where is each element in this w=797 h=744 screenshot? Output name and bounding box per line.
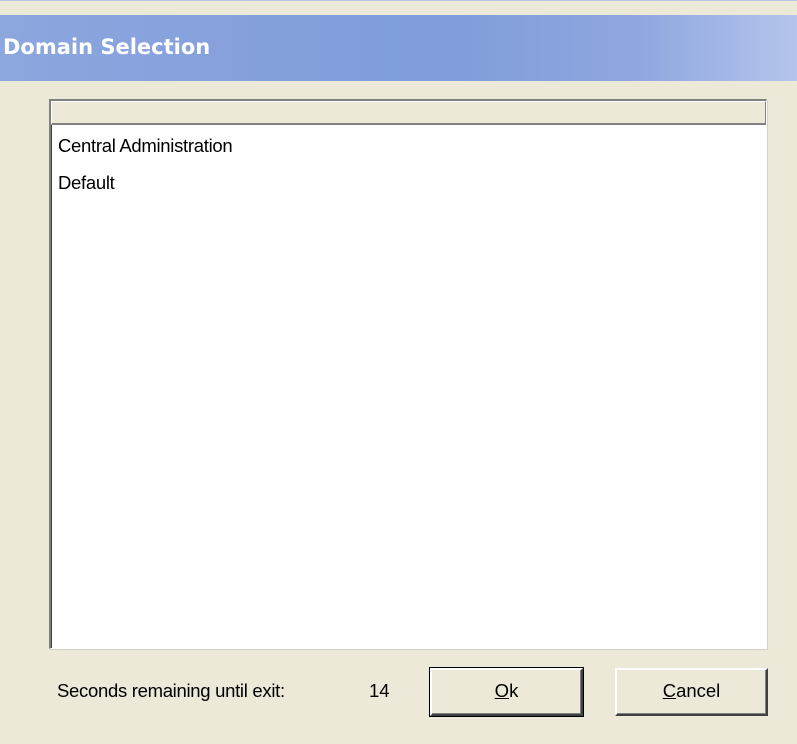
cancel-button-mnemonic: C (662, 680, 677, 701)
list-item-label: Default (58, 172, 115, 193)
ok-button[interactable]: Ok (429, 667, 584, 717)
cancel-button-label-rest: ancel (676, 680, 721, 701)
countdown-value: 14 (369, 680, 390, 701)
list-item-central-administration[interactable]: Central Administration (58, 135, 233, 157)
ok-button-label-rest: k (509, 680, 519, 701)
list-item-default[interactable]: Default (58, 172, 115, 194)
list-item-label: Central Administration (58, 135, 233, 156)
window-title: Domain Selection (3, 35, 211, 59)
countdown-label: Seconds remaining until exit: (57, 680, 285, 701)
ok-button-mnemonic: O (494, 680, 510, 701)
list-column-header[interactable] (51, 101, 766, 125)
title-bar[interactable]: Domain Selection (0, 15, 797, 81)
cancel-button[interactable]: Cancel (615, 668, 768, 716)
domain-selection-dialog: Domain Selection Central Administration … (0, 0, 797, 744)
domain-list[interactable]: Central Administration Default (49, 99, 767, 649)
